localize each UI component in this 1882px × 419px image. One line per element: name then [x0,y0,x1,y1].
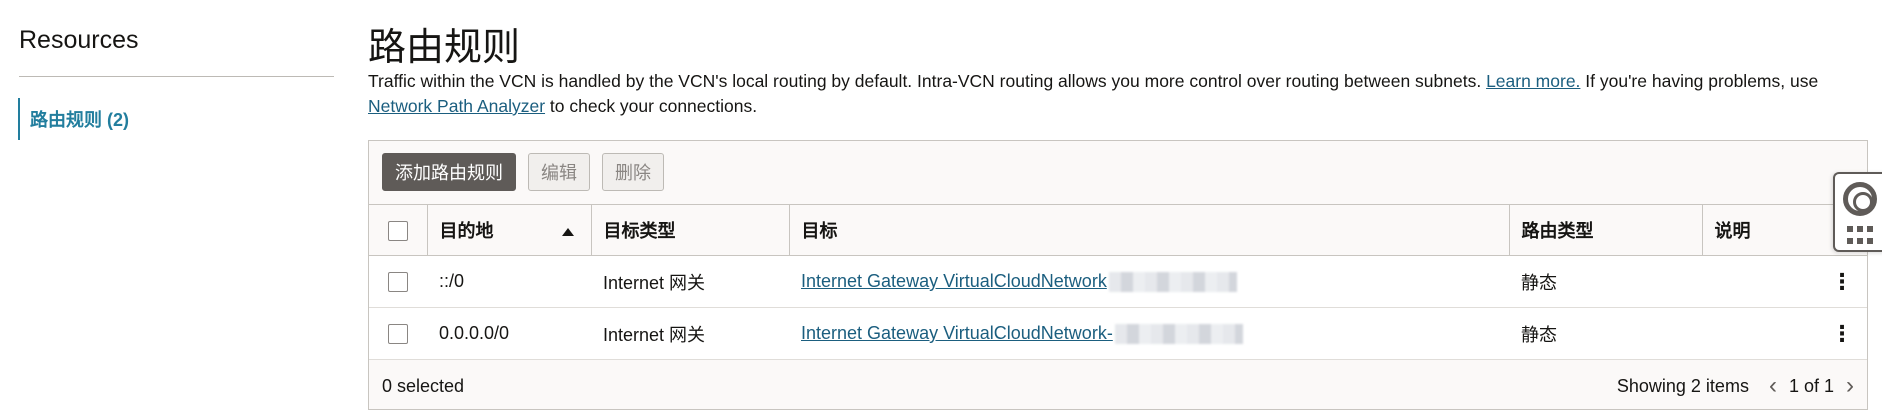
resources-divider [19,76,334,77]
showing-count: Showing 2 items [1616,375,1749,396]
lifebuoy-icon[interactable] [1843,182,1877,216]
column-header-route-type[interactable]: 路由类型 [1509,204,1703,256]
description-cell: ⋮ [1702,307,1867,360]
page-title: 路由规则 [368,27,521,69]
target-type-cell: Internet 网关 [591,255,789,308]
page-indicator: 1 of 1 [1788,375,1834,396]
kebab-menu-icon[interactable]: ⋮ [1831,270,1853,293]
row-select-cell [369,255,427,308]
resources-item-label: 路由规则 (2) [30,110,129,130]
select-all-cell [369,204,428,256]
destination-cell: ::/0 [427,255,591,308]
resources-item-route-rules[interactable]: 路由规则 (2) [18,98,334,140]
description-text-2: If you're having problems, use [1580,71,1819,91]
add-route-rule-button[interactable]: 添加路由规则 [382,153,516,191]
row-checkbox[interactable] [388,272,408,293]
sort-ascending-icon[interactable] [561,228,574,237]
target-link[interactable]: Internet Gateway VirtualCloudNetwork- [801,323,1113,343]
column-header-label: 目标 [801,221,838,241]
description-text-1: Traffic within the VCN is handled by the… [368,71,1487,91]
help-widget[interactable] [1833,172,1882,252]
column-header-target-type[interactable]: 目标类型 [591,204,790,256]
delete-button[interactable]: 删除 [602,153,664,191]
column-header-target[interactable]: 目标 [789,204,1510,256]
target-cell: Internet Gateway VirtualCloudNetwork [789,255,1509,308]
description-cell: ⋮ [1702,255,1867,308]
table-row[interactable]: 0.0.0.0/0 Internet 网关 Internet Gateway V… [369,307,1867,360]
column-header-label: 说明 [1714,221,1751,241]
edit-button[interactable]: 编辑 [528,153,590,191]
table-toolbar: 添加路由规则 编辑 删除 [382,153,664,193]
target-cell: Internet Gateway VirtualCloudNetwork- [789,307,1509,360]
column-header-label: 目的地 [439,221,494,241]
target-type-cell: Internet 网关 [591,307,789,360]
route-type-cell: 静态 [1509,255,1702,308]
select-all-checkbox[interactable] [387,220,408,241]
table-row[interactable]: ::/0 Internet 网关 Internet Gateway Virtua… [369,255,1867,308]
learn-more-link[interactable]: Learn more. [1486,71,1580,91]
column-header-label: 路由类型 [1521,221,1594,241]
chevron-right-icon[interactable]: › [1846,374,1854,398]
table-header-row: 目的地 目标类型 目标 路由类型 说明 [369,204,1867,256]
column-header-label: 目标类型 [603,221,676,241]
resources-title: Resources [19,26,139,54]
apps-grid-icon[interactable] [1847,226,1877,246]
chevron-left-icon[interactable]: ‹ [1769,374,1777,398]
route-rules-table: 目的地 目标类型 目标 路由类型 说明 ::/0 Internet 网关 Int… [369,204,1867,360]
table-footer: 0 selected Showing 2 items ‹ 1 of 1 › [369,362,1867,410]
column-header-destination[interactable]: 目的地 [427,204,592,256]
row-select-cell [369,307,427,360]
row-checkbox[interactable] [388,324,408,345]
page-description: Traffic within the VCN is handled by the… [368,69,1848,119]
pagination: ‹ 1 of 1 › [1769,374,1854,398]
description-text-3: to check your connections. [545,96,758,116]
route-type-cell: 静态 [1509,307,1702,360]
kebab-menu-icon[interactable]: ⋮ [1831,322,1853,345]
redacted-text [1114,324,1243,345]
redacted-text [1108,272,1237,293]
route-rules-table-panel: 添加路由规则 编辑 删除 目的地 目标类型 目标 路由类型 说明::/0 In… [368,140,1868,410]
destination-cell: 0.0.0.0/0 [427,307,591,360]
selected-count: 0 selected [382,375,465,396]
network-path-analyzer-link[interactable]: Network Path Analyzer [368,96,545,116]
target-link[interactable]: Internet Gateway VirtualCloudNetwork [801,271,1107,291]
